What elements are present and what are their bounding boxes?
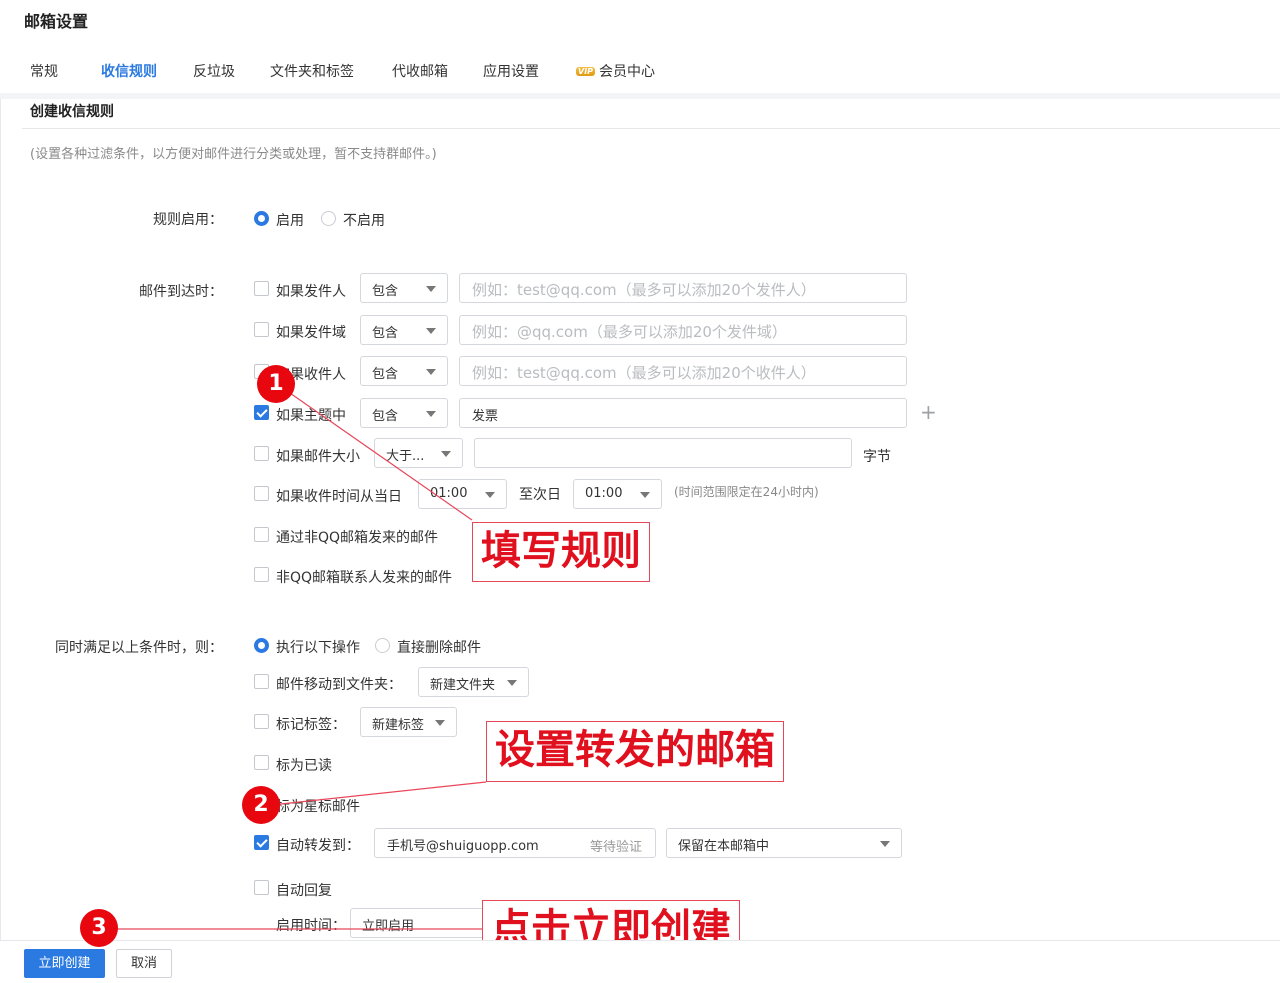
sender-label: 如果发件人 [276, 284, 346, 300]
rule-enable-off-radio[interactable] [321, 211, 336, 226]
chevron-down-icon [435, 720, 445, 726]
time-hint: (时间范围限定在24小时内) [674, 485, 819, 499]
chevron-down-icon [485, 492, 495, 498]
size-operator-select[interactable]: 大于... [374, 438, 463, 468]
forward-checkbox[interactable] [254, 835, 269, 850]
subject-operator-select[interactable]: 包含 [360, 398, 448, 428]
time-to-label: 至次日 [519, 487, 561, 503]
rule-enable-off-label: 不启用 [343, 213, 385, 229]
size-checkbox[interactable] [254, 446, 269, 461]
time-to-select[interactable]: 01:00 [573, 479, 662, 509]
sender-domain-input[interactable]: 例如：@qq.com（最多可以添加20个发件域） [459, 315, 907, 345]
non-qq-checkbox[interactable] [254, 527, 269, 542]
chevron-down-icon [426, 369, 436, 375]
execute-actions-radio[interactable] [254, 638, 269, 653]
non-qq-label: 通过非QQ邮箱发来的邮件 [276, 530, 439, 546]
annotation-step2-badge: 2 [242, 786, 280, 824]
chevron-down-icon [640, 492, 650, 498]
auto-reply-label: 自动回复 [276, 883, 332, 899]
size-unit-label: 字节 [863, 449, 891, 465]
chevron-down-icon [441, 451, 451, 457]
move-folder-select[interactable]: 新建文件夹 [418, 667, 529, 697]
section-title: 创建收信规则 [30, 104, 114, 120]
cancel-button[interactable]: 取消 [116, 949, 172, 978]
footer-bar [0, 940, 1280, 983]
page-title: 邮箱设置 [24, 12, 89, 31]
chevron-down-icon [426, 286, 436, 292]
mark-read-checkbox[interactable] [254, 755, 269, 770]
auto-reply-checkbox[interactable] [254, 880, 269, 895]
rule-enable-label: 规则启用： [153, 212, 223, 228]
tag-label: 标记标签： [276, 717, 346, 733]
section-divider [22, 128, 1280, 129]
move-folder-checkbox[interactable] [254, 674, 269, 689]
forward-keep-select[interactable]: 保留在本邮箱中 [666, 828, 902, 858]
vip-icon: VIP [576, 67, 596, 76]
tab-bar: 常规 收信规则 反垃圾 文件夹和标签 代收邮箱 应用设置 VIP 会员中心 [0, 56, 1280, 98]
delete-mail-label: 直接删除邮件 [397, 640, 481, 656]
rule-enable-on-radio[interactable] [254, 211, 269, 226]
tag-select[interactable]: 新建标签 [360, 707, 457, 737]
recipient-operator-select[interactable]: 包含 [360, 356, 448, 386]
chevron-down-icon [426, 411, 436, 417]
time-checkbox[interactable] [254, 486, 269, 501]
chevron-down-icon [880, 841, 890, 847]
sender-domain-checkbox[interactable] [254, 322, 269, 337]
section-description: (设置各种过滤条件，以方便对邮件进行分类或处理，暂不支持群邮件。) [30, 147, 437, 162]
subject-input[interactable]: 发票 [459, 398, 907, 428]
annotation-step3-badge: 3 [80, 909, 118, 947]
tab-vip-label: 会员中心 [599, 64, 656, 80]
star-label: 标为星标邮件 [276, 799, 360, 815]
actions-label: 同时满足以上条件时，则： [55, 640, 223, 656]
create-button[interactable]: 立即创建 [24, 949, 105, 978]
time-from-select[interactable]: 01:00 [418, 479, 507, 509]
annotation-step1-label: 填写规则 [472, 522, 650, 582]
rule-enable-on-label: 启用 [276, 213, 304, 229]
tag-checkbox[interactable] [254, 714, 269, 729]
non-contact-label: 非QQ邮箱联系人发来的邮件 [276, 570, 453, 586]
enable-time-label: 启用时间： [276, 918, 346, 934]
recipient-input[interactable]: 例如：test@qq.com（最多可以添加20个收件人） [459, 356, 907, 386]
subject-label: 如果主题中 [276, 408, 346, 424]
delete-mail-radio[interactable] [375, 638, 390, 653]
annotation-step1-badge: 1 [257, 365, 295, 403]
forward-status: 等待验证 [590, 840, 643, 855]
annotation-step2-label: 设置转发的邮箱 [486, 721, 784, 782]
sender-operator-select[interactable]: 包含 [360, 273, 448, 303]
size-label: 如果邮件大小 [276, 449, 360, 465]
chevron-down-icon [426, 328, 436, 334]
chevron-down-icon [507, 680, 517, 686]
non-contact-checkbox[interactable] [254, 567, 269, 582]
subject-checkbox[interactable] [254, 405, 269, 420]
sender-domain-operator-select[interactable]: 包含 [360, 315, 448, 345]
add-condition-icon[interactable]: + [920, 400, 937, 424]
sender-domain-label: 如果发件域 [276, 325, 346, 341]
conditions-label: 邮件到达时： [139, 284, 223, 300]
execute-actions-label: 执行以下操作 [276, 640, 360, 656]
mark-read-label: 标为已读 [276, 758, 332, 774]
sender-checkbox[interactable] [254, 281, 269, 296]
forward-label: 自动转发到： [276, 838, 360, 854]
size-input[interactable] [474, 438, 852, 468]
time-label: 如果收件时间从当日 [276, 489, 402, 505]
sender-input[interactable]: 例如：test@qq.com（最多可以添加20个发件人） [459, 273, 907, 303]
move-folder-label: 邮件移动到文件夹： [276, 677, 402, 693]
